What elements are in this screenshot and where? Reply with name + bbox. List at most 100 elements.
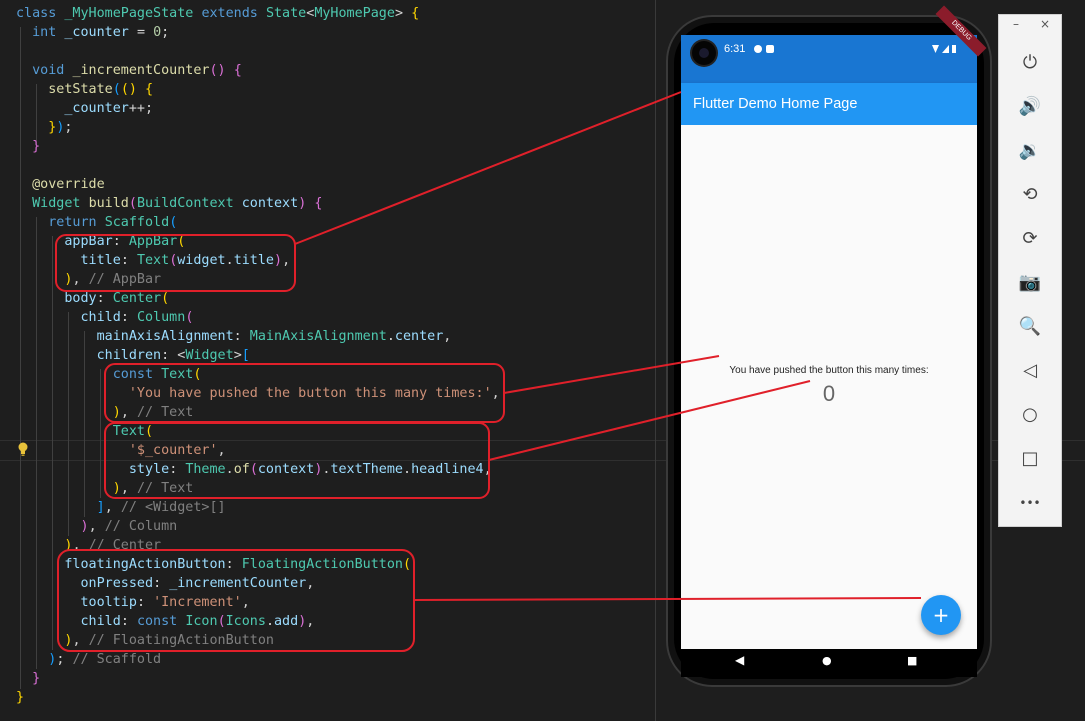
code-token: 'You have pushed the button this many ti… (16, 386, 492, 401)
code-token: children (16, 348, 162, 363)
code-token: . (225, 253, 234, 268)
code-token: add (274, 614, 299, 629)
code-token: : (112, 234, 129, 249)
app-bar-title: Flutter Demo Home Page (693, 96, 858, 112)
code-token: context (241, 196, 299, 211)
code-token: child (16, 614, 121, 629)
code-token: , (72, 272, 89, 287)
code-token: : (169, 462, 186, 477)
code-line: mainAxisAlignment: MainAxisAlignment.cen… (16, 327, 452, 346)
code-token: center (394, 329, 444, 344)
app-body: You have pushed the button this many tim… (681, 125, 977, 649)
add-icon: + (932, 603, 950, 627)
back-icon[interactable]: ◁ (999, 356, 1061, 386)
code-token: // <Widget>[] (120, 500, 226, 515)
app-bar: Flutter Demo Home Page (681, 83, 977, 125)
code-token: ( (145, 424, 154, 439)
code-token: ++; (128, 101, 154, 116)
code-token: : (120, 310, 137, 325)
volume-up-icon[interactable]: 🔊 (999, 92, 1061, 122)
code-token: _incrementCounter (72, 63, 210, 78)
code-line: Text( (16, 422, 153, 441)
code-token: , (443, 329, 452, 344)
code-line: Widget build(BuildContext context) { (16, 194, 322, 213)
code-token: ( (402, 557, 412, 572)
rotate-right-icon[interactable]: ⟳ (999, 224, 1061, 254)
code-token: : (136, 595, 154, 610)
code-token: // Scaffold (72, 652, 162, 667)
code-token: Widget (185, 348, 234, 363)
code-token: = (136, 25, 154, 40)
nav-recents-icon[interactable]: ■ (907, 654, 917, 667)
code-line: children: <Widget>[ (16, 346, 250, 365)
code-token: extends (201, 6, 266, 21)
code-token: ; (161, 25, 170, 40)
volume-down-icon[interactable]: 🔉 (999, 136, 1061, 166)
zoom-icon[interactable]: 🔍 (999, 312, 1061, 342)
code-line: class _MyHomePageState extends State<MyH… (16, 4, 419, 23)
code-line: } (16, 688, 24, 707)
code-token: { (233, 63, 242, 78)
nav-bar: ◀ ● ■ (681, 649, 977, 677)
code-token: , (241, 595, 250, 610)
code-token: State (265, 6, 307, 21)
code-token: Widget (16, 196, 89, 211)
code-token: BuildContext (136, 196, 242, 211)
code-token: } (16, 120, 57, 135)
code-token: appBar (16, 234, 113, 249)
code-token: : (233, 329, 250, 344)
code-token: , (282, 253, 291, 268)
code-token: , (72, 538, 89, 553)
code-token: } (16, 671, 41, 686)
lightbulb-icon[interactable] (17, 441, 29, 457)
notification-icon (754, 45, 762, 53)
minimize-button[interactable]: – (1013, 17, 1019, 31)
home-icon[interactable]: ○ (999, 400, 1061, 430)
code-token: , (306, 576, 315, 591)
code-token: MainAxisAlignment (249, 329, 387, 344)
more-icon[interactable]: ••• (999, 488, 1061, 518)
code-token: , (120, 405, 137, 420)
status-time: 6:31 (724, 43, 746, 55)
code-line: onPressed: _incrementCounter, (16, 574, 314, 593)
code-token: . (225, 462, 234, 477)
rotate-left-icon[interactable]: ⟲ (999, 180, 1061, 210)
code-line: ); // Scaffold (16, 650, 161, 669)
code-token: title (16, 253, 121, 268)
code-token: > (394, 6, 412, 21)
code-token: // Text (136, 481, 194, 496)
code-token: // AppBar (88, 272, 162, 287)
nav-back-icon[interactable]: ◀ (735, 653, 744, 667)
code-line: }); (16, 118, 72, 137)
code-token: : (153, 576, 170, 591)
camera-icon (692, 41, 716, 65)
code-token: ( (177, 234, 186, 249)
code-line: } (16, 669, 40, 688)
camera-icon[interactable]: 📷 (999, 268, 1061, 298)
code-token: () (120, 82, 145, 97)
nav-home-icon[interactable]: ● (822, 654, 832, 667)
code-token: ) (16, 405, 121, 420)
code-token: class (16, 6, 65, 21)
code-editor[interactable]: class _MyHomePageState extends State<MyH… (0, 0, 1085, 721)
code-token: > (233, 348, 242, 363)
power-icon[interactable]: ⏻ (999, 48, 1061, 78)
code-token: ( (249, 462, 258, 477)
code-token: AppBar (128, 234, 178, 249)
code-token: Column (136, 310, 186, 325)
close-button[interactable]: × (1040, 17, 1050, 31)
code-token: Icons (225, 614, 266, 629)
code-line: void _incrementCounter() { (16, 61, 242, 80)
increment-fab-button[interactable]: + (921, 595, 961, 635)
code-token: // Text (136, 405, 194, 420)
code-token: , (120, 481, 137, 496)
code-token: . (265, 614, 274, 629)
code-line: ], // <Widget>[] (16, 498, 226, 517)
code-token: of (233, 462, 250, 477)
code-line: child: Column( (16, 308, 193, 327)
code-token: ; (56, 652, 73, 667)
code-token: onPressed (16, 576, 154, 591)
overview-icon[interactable]: □ (999, 444, 1061, 474)
code-token: int (16, 25, 65, 40)
code-line: ), // Column (16, 517, 177, 536)
